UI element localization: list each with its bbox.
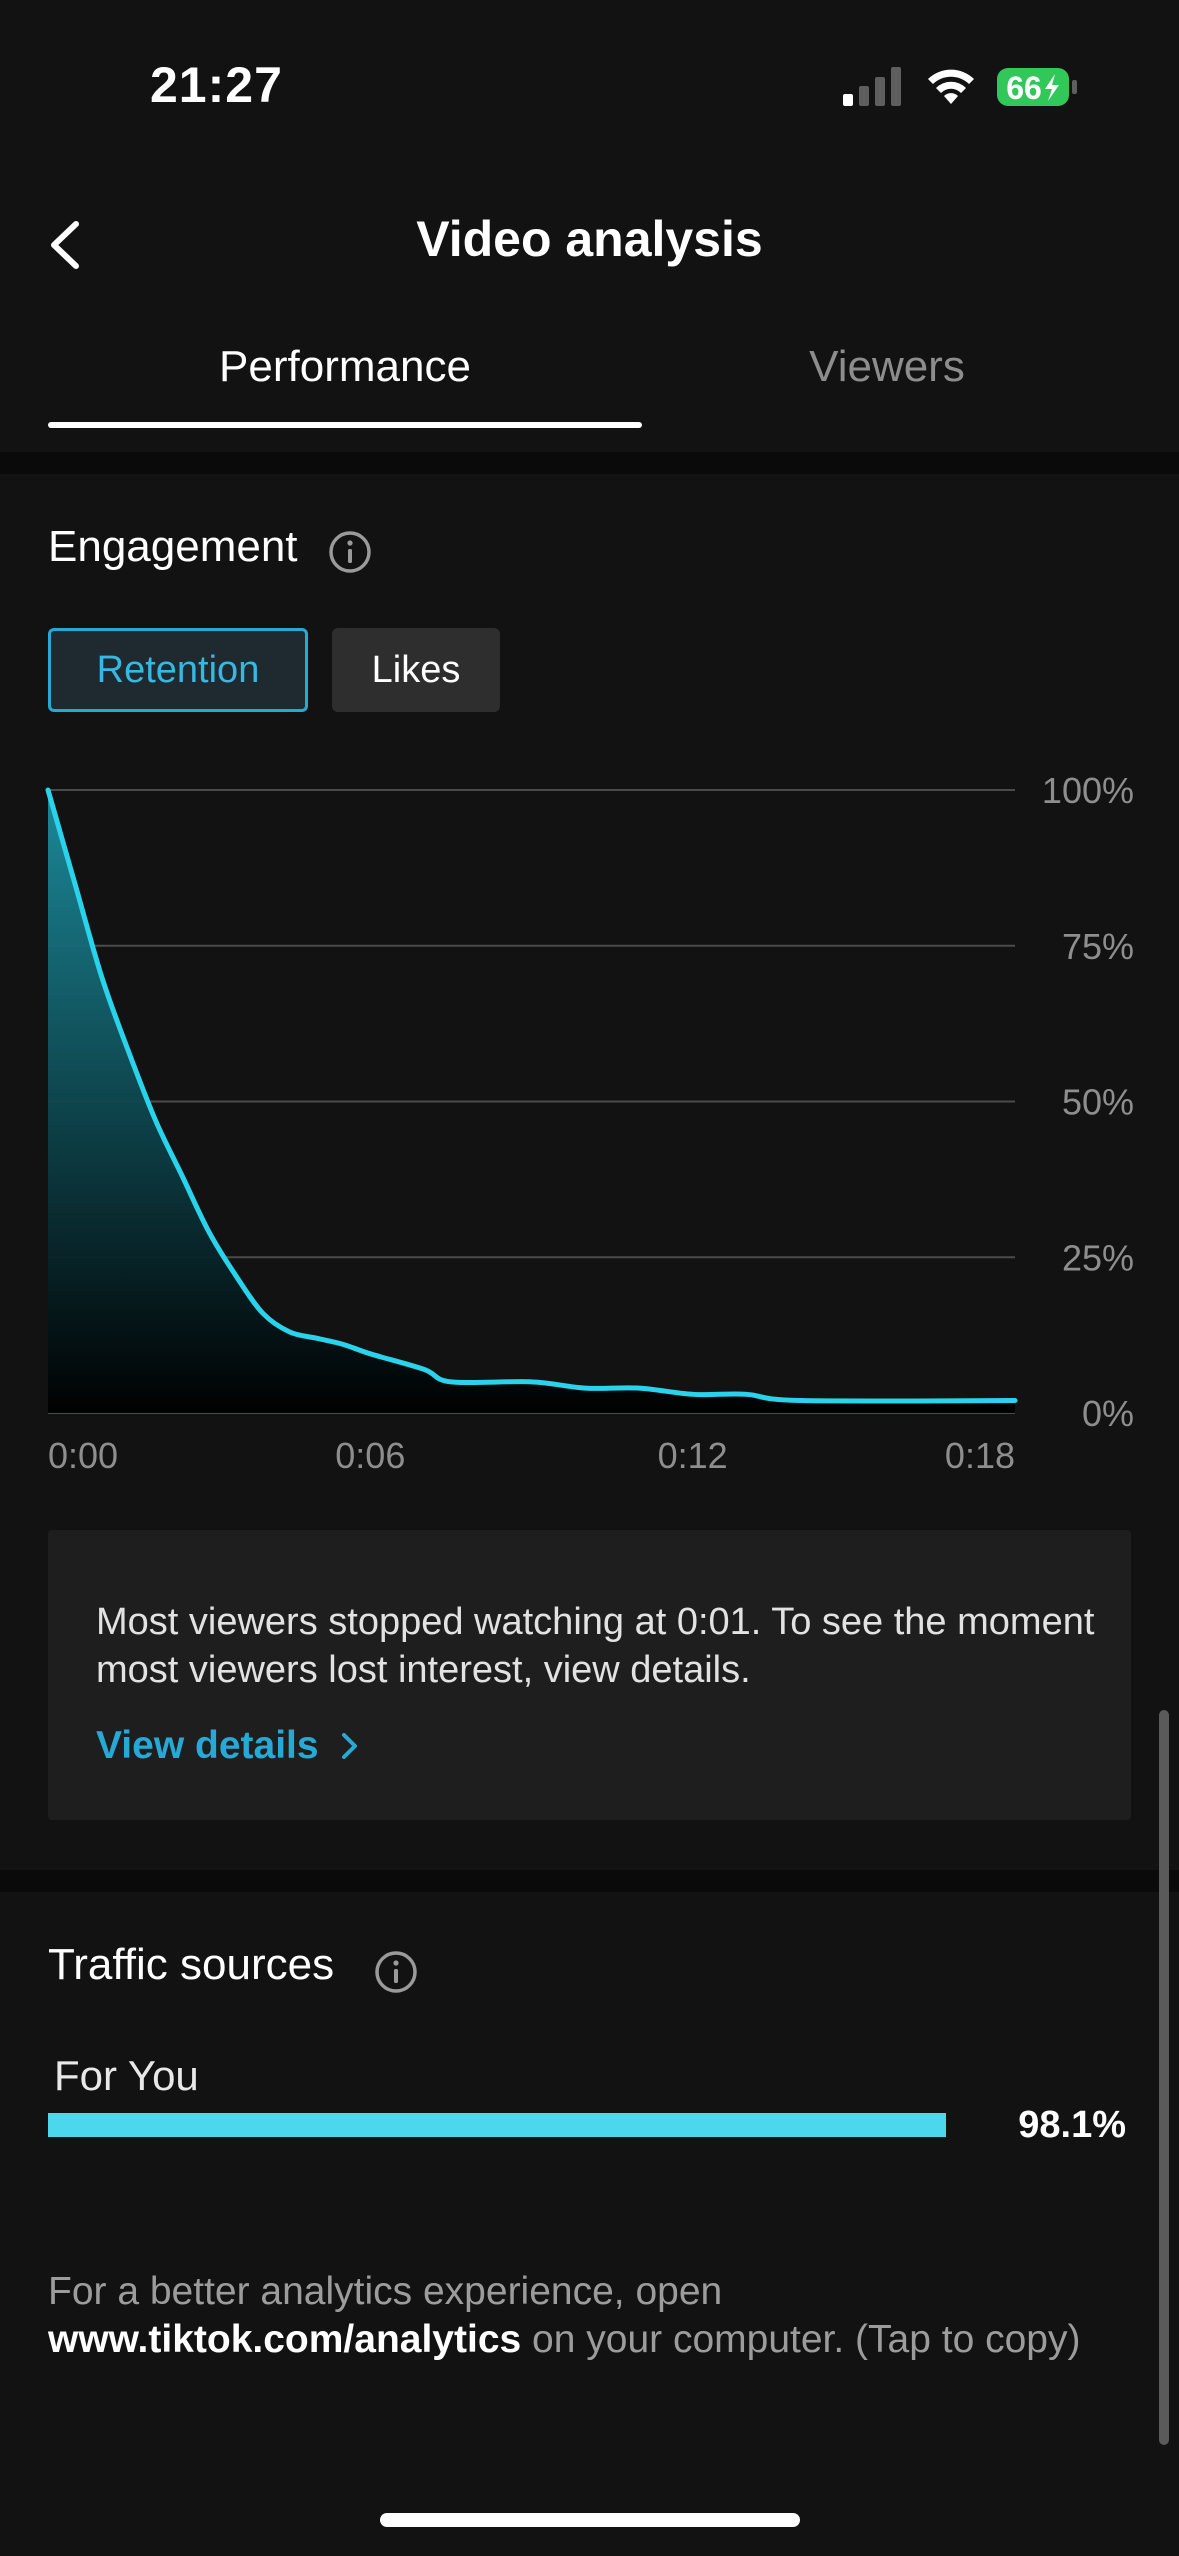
x-tick-label: 0:12 (658, 1435, 728, 1476)
view-details-label: View details (96, 1724, 319, 1767)
y-tick-label: 100% (1042, 770, 1134, 811)
traffic-source-label: For You (54, 2052, 199, 2099)
tab-performance[interactable]: Performance (48, 342, 642, 392)
insight-card: Most viewers stopped watching at 0:01. T… (48, 1530, 1131, 1820)
insight-text: Most viewers stopped watching at 0:01. T… (96, 1601, 1095, 1691)
info-icon[interactable] (328, 530, 372, 574)
section-divider (0, 452, 1179, 474)
likes-toggle[interactable]: Likes (332, 628, 500, 712)
x-tick-label: 0:06 (335, 1435, 405, 1476)
traffic-source-value: 98.1% (1018, 2104, 1126, 2146)
y-tick-label: 75% (1062, 926, 1134, 967)
footer-suffix: on your computer. (Tap to copy) (521, 2318, 1081, 2361)
tab-bar: Performance Viewers (0, 320, 1179, 430)
active-tab-indicator (48, 422, 642, 428)
retention-toggle[interactable]: Retention (48, 628, 308, 712)
scrollbar[interactable] (1159, 1710, 1169, 2445)
analytics-footer-note[interactable]: For a better analytics experience, open … (48, 2268, 1148, 2364)
y-tick-label: 25% (1062, 1237, 1134, 1278)
page-title: Video analysis (416, 211, 763, 267)
cellular-signal-icon (843, 67, 901, 106)
chevron-right-icon (341, 1733, 357, 1759)
view-details-link[interactable]: View details (96, 1724, 361, 1768)
info-icon[interactable] (374, 1950, 418, 1994)
x-tick-label: 0:00 (48, 1435, 118, 1476)
tab-viewers[interactable]: Viewers (642, 342, 1132, 392)
engagement-title: Engagement (48, 522, 298, 571)
wifi-icon (928, 69, 974, 104)
analytics-url[interactable]: www.tiktok.com/analytics (48, 2318, 521, 2361)
x-tick-label: 0:18 (945, 1435, 1015, 1476)
traffic-source-bar-fill (48, 2113, 946, 2137)
traffic-source-bar (48, 2113, 963, 2137)
y-tick-label: 0% (1082, 1393, 1134, 1434)
status-time: 21:27 (150, 57, 283, 113)
traffic-sources-title: Traffic sources (48, 1940, 335, 1989)
nav-header: Video analysis (0, 170, 1179, 320)
section-divider (0, 1870, 1179, 1892)
home-indicator[interactable] (380, 2513, 800, 2527)
retention-chart: 100% 75% 50% 25% 0% 0:00 0:06 0:12 0:18 (45, 770, 1134, 1476)
battery-level: 66 (1006, 70, 1042, 106)
y-tick-label: 50% (1062, 1082, 1134, 1123)
battery-icon: 66 (997, 66, 1079, 108)
footer-prefix: For a better analytics experience, open (48, 2270, 723, 2313)
status-bar: 21:27 66 (0, 0, 1179, 170)
